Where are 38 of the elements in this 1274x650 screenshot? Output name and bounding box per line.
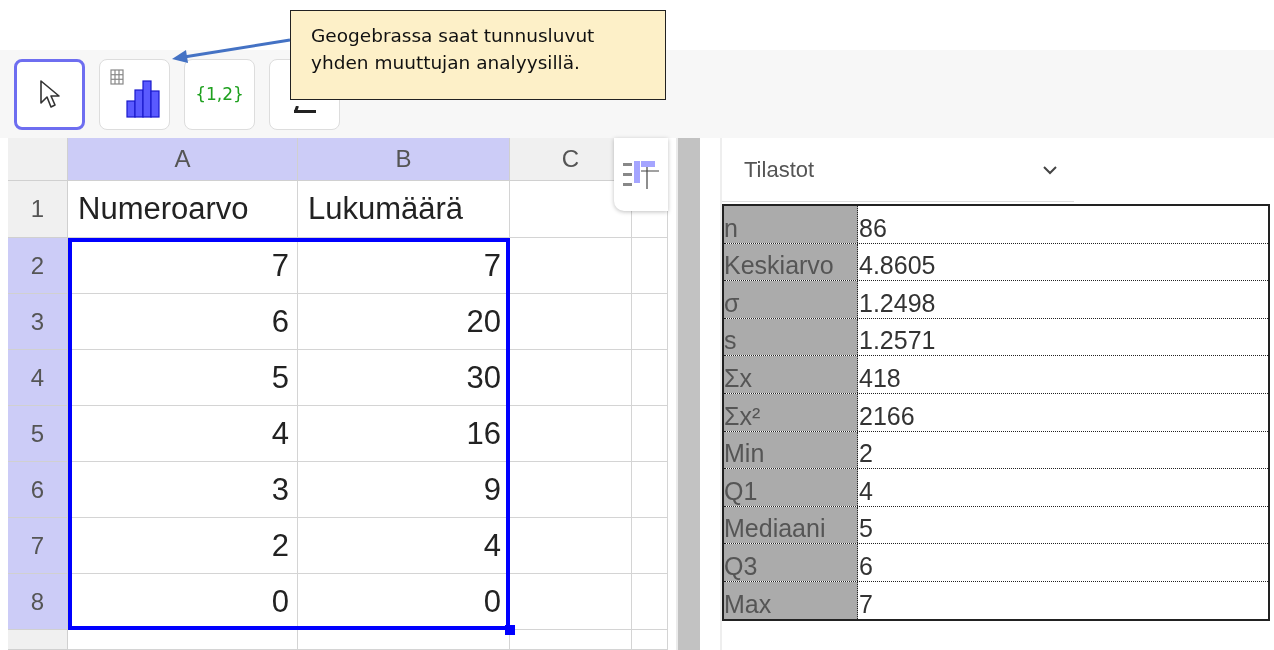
statistic-name: Max [724, 589, 772, 619]
table-cell: 6 [68, 294, 298, 350]
table-cell: 4 [68, 406, 298, 462]
statistic-value: 7 [859, 589, 873, 619]
statistic-value: 1.2498 [859, 288, 936, 318]
statistic-name: Q1 [724, 476, 758, 506]
table-cell: 4 [298, 518, 510, 574]
statistic-value: 4 [859, 476, 873, 506]
table-cell: 30 [298, 350, 510, 406]
statistic-name: Keskiarvo [724, 251, 834, 281]
statistic-name: Q3 [724, 551, 758, 581]
table-cell: 20 [298, 294, 510, 350]
statistic-value: 86 [859, 213, 887, 243]
table-cell: 5 [68, 350, 298, 406]
statistic-name: Σx [724, 363, 752, 393]
table-cell: Numeroarvo [68, 181, 298, 238]
statistic-value: 1.2571 [859, 326, 936, 356]
statistic-value: 5 [859, 514, 873, 544]
statistic-value: 6 [859, 551, 873, 581]
table-cell: 2 [68, 518, 298, 574]
table-cell: 3 [68, 462, 298, 518]
table-cell: 0 [68, 574, 298, 630]
table-cell: Lukumäärä [298, 181, 510, 238]
statistic-value: 2166 [859, 401, 915, 431]
statistic-name: Min [724, 439, 765, 469]
statistic-value: 4.8605 [859, 251, 936, 281]
statistic-name: σ [724, 288, 740, 318]
statistic-name: Σx² [724, 401, 761, 431]
table-cell: 9 [298, 462, 510, 518]
statistic-name: Mediaani [724, 514, 826, 544]
table-cell: 7 [298, 238, 510, 294]
statistic-value: 2 [859, 439, 873, 469]
table-cell: 16 [298, 406, 510, 462]
callout-tooltip: Geogebrassa saat tunnusluvut yhden muuttujan analyysillä. [290, 10, 666, 100]
statistic-name: n [724, 213, 738, 243]
table-cell: 7 [68, 238, 298, 294]
statistic-name: s [724, 326, 737, 356]
statistic-value: 418 [859, 363, 901, 393]
